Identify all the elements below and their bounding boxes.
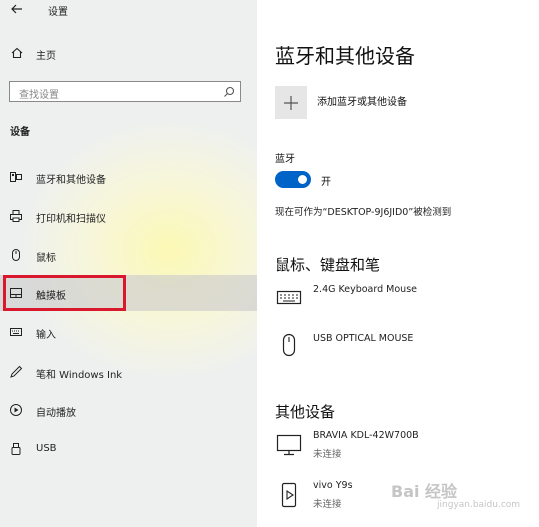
- page-title: 蓝牙和其他设备: [275, 44, 415, 68]
- toggle-knob: [298, 175, 307, 184]
- device-status: 未连接: [313, 449, 342, 460]
- monitor-icon: [276, 434, 302, 456]
- mouse-icon: [282, 333, 296, 357]
- sidebar-item-label: 笔和 Windows Ink: [36, 370, 123, 381]
- sidebar-item-label: 打印机和扫描仪: [36, 214, 106, 225]
- sidebar-item-label: 输入: [36, 330, 56, 341]
- watermark: Bai 经验: [391, 482, 458, 501]
- add-device-label[interactable]: 添加蓝牙或其他设备: [317, 93, 407, 108]
- window-title: 设置: [48, 7, 68, 18]
- section-label-devices: 设备: [10, 127, 30, 138]
- bluetooth-toggle[interactable]: [275, 171, 311, 188]
- device-status: 未连接: [313, 499, 342, 510]
- home-link[interactable]: 主页: [36, 47, 56, 62]
- autoplay-icon: [10, 404, 22, 416]
- search-placeholder: 查找设置: [19, 90, 59, 101]
- sidebar-item-mouse[interactable]: 鼠标: [0, 237, 257, 273]
- device-row[interactable]: USB OPTICAL MOUSE: [257, 328, 539, 364]
- discoverable-text: 现在可作为“DESKTOP-9J6JID0”被检测到: [275, 207, 452, 218]
- section-title-mouse-keyboard-pen: 鼠标、键盘和笔: [275, 256, 381, 274]
- keyboard-icon: [10, 328, 22, 336]
- search-icon[interactable]: [223, 86, 235, 98]
- pen-icon: [10, 365, 23, 378]
- sidebar-item-autoplay[interactable]: 自动播放: [0, 392, 257, 428]
- plus-icon: [284, 96, 298, 110]
- usb-icon: [11, 443, 21, 455]
- device-name: BRAVIA KDL-42W700B: [313, 430, 419, 441]
- sidebar-item-pen[interactable]: 笔和 Windows Ink: [0, 354, 257, 390]
- keyboard-icon: [276, 290, 302, 305]
- device-name: 2.4G Keyboard Mouse: [313, 284, 417, 295]
- bluetooth-label: 蓝牙: [275, 154, 295, 165]
- sidebar: 设置 主页 查找设置 设备 蓝牙和其他设备 打印机和扫描仪 鼠标 触摸板 输入 …: [0, 0, 257, 527]
- sidebar-item-label: 鼠标: [36, 253, 56, 264]
- printer-icon: [10, 210, 22, 222]
- sidebar-item-bluetooth[interactable]: 蓝牙和其他设备: [0, 159, 257, 195]
- back-arrow-icon[interactable]: [10, 2, 24, 16]
- highlight-annotation: [3, 275, 126, 311]
- sidebar-item-label: USB: [36, 443, 57, 454]
- home-icon[interactable]: [10, 46, 24, 60]
- sidebar-item-typing[interactable]: 输入: [0, 314, 257, 350]
- add-device-button[interactable]: [275, 86, 307, 119]
- sidebar-item-usb[interactable]: USB: [0, 431, 257, 467]
- bluetooth-state: 开: [321, 177, 331, 188]
- watermark-sub: jingyan.baidu.com: [437, 500, 521, 510]
- sidebar-item-label: 自动播放: [36, 408, 76, 419]
- phone-icon: [281, 482, 297, 508]
- sidebar-item-label: 蓝牙和其他设备: [36, 175, 106, 186]
- device-name: USB OPTICAL MOUSE: [313, 333, 414, 344]
- mouse-icon: [12, 249, 20, 261]
- device-row[interactable]: 2.4G Keyboard Mouse: [257, 280, 539, 314]
- device-name: vivo Y9s: [313, 480, 353, 491]
- section-title-other-devices: 其他设备: [275, 403, 336, 421]
- device-row[interactable]: BRAVIA KDL-42W700B 未连接: [257, 428, 539, 464]
- search-input[interactable]: 查找设置: [9, 81, 241, 102]
- bluetooth-devices-icon: [10, 172, 22, 182]
- sidebar-item-printers[interactable]: 打印机和扫描仪: [0, 198, 257, 234]
- main-content: 蓝牙和其他设备 添加蓝牙或其他设备 蓝牙 开 现在可作为“DESKTOP-9J6…: [257, 0, 539, 527]
